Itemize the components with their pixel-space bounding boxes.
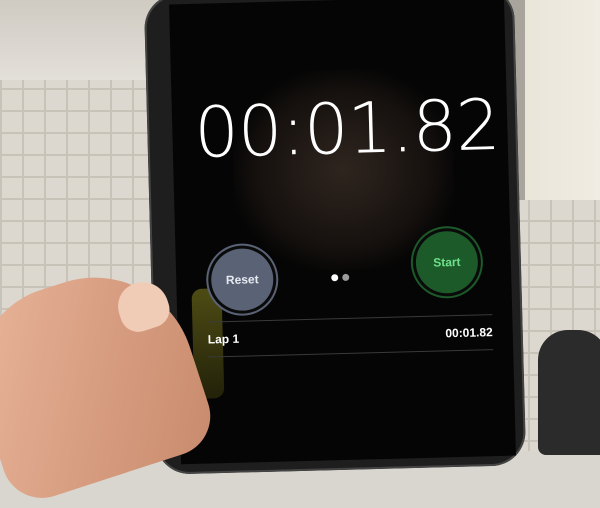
shoe — [538, 330, 600, 455]
stopwatch-time: 00:01.82 — [193, 83, 501, 174]
reset-button-label: Reset — [225, 272, 259, 288]
page-dot-active — [331, 274, 339, 282]
phone-screen: 00:01.82 Reset Start Lap 1 00:01.82 — [169, 0, 516, 465]
page-dot — [342, 273, 350, 282]
lap-row: Lap 1 00:01.82 — [207, 314, 494, 358]
reset-button[interactable]: Reset — [210, 247, 275, 312]
start-button[interactable]: Start — [415, 230, 479, 295]
page-indicator — [331, 268, 353, 287]
photo-scene: 00:01.82 Reset Start Lap 1 00:01.82 — [0, 0, 600, 508]
start-button-label: Start — [433, 254, 461, 270]
lap-time: 00:01.82 — [445, 325, 493, 341]
lap-label: Lap 1 — [207, 331, 240, 347]
